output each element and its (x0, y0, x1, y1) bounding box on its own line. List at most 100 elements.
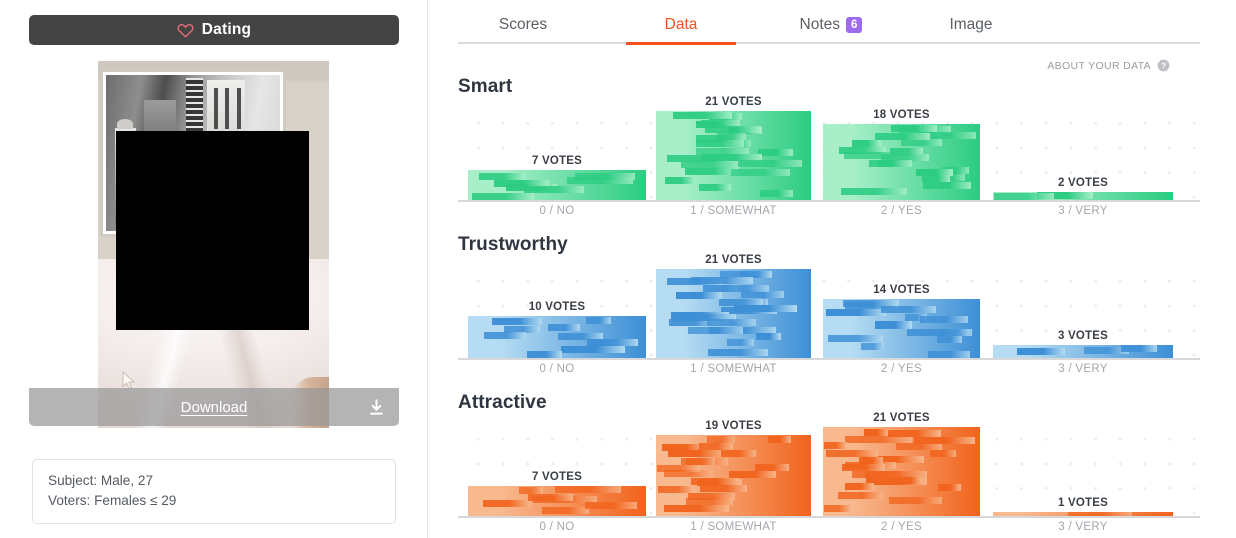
notes-count-badge: 6 (846, 17, 863, 33)
chart-title: Smart (458, 76, 513, 97)
vote-bar[interactable] (656, 435, 811, 516)
right-panel: Scores Data Notes 6 Image ABOUT YOUR DAT… (428, 0, 1236, 538)
chart-smart: Smart 7 VOTES 21 VOTES 18 VOTES 2 VOTES 0 / N… (458, 76, 1200, 225)
vote-segment (542, 507, 589, 514)
bar-group[interactable]: 21 VOTES (656, 96, 811, 200)
bar-group[interactable]: 14 VOTES (823, 259, 980, 358)
bar-group[interactable]: 10 VOTES (468, 259, 646, 358)
vote-segment (479, 173, 525, 180)
face-redaction-box (116, 131, 309, 330)
vote-segment (845, 436, 912, 443)
category-label: 0 / NO (539, 363, 575, 375)
vote-count-label: 21 VOTES (873, 412, 930, 424)
vote-segment (673, 112, 732, 119)
vote-segment (888, 430, 941, 437)
vote-segment (741, 291, 784, 298)
bar-group[interactable]: 18 VOTES (823, 101, 980, 200)
vote-bar[interactable] (823, 299, 980, 358)
subject-photo[interactable] (98, 61, 329, 428)
vote-bar[interactable] (656, 111, 811, 200)
bar-group[interactable]: 3 VOTES (993, 259, 1173, 358)
vote-segment (756, 333, 781, 340)
plot-area: 7 VOTES 21 VOTES 18 VOTES 2 VOTES (458, 96, 1200, 202)
vote-segment (891, 125, 937, 132)
vote-bar[interactable] (823, 124, 980, 200)
tab-data[interactable]: Data (616, 10, 746, 45)
vote-bar[interactable] (823, 427, 980, 516)
tab-notes[interactable]: Notes 6 (766, 10, 896, 43)
category-label: 1 / SOMEWHAT (690, 205, 777, 217)
left-panel: Dating Download Subject: Male, 27 Voters… (0, 0, 428, 538)
vote-segment (484, 332, 526, 339)
tab-image[interactable]: Image (906, 10, 1036, 43)
vote-segment (734, 305, 797, 312)
voters-detail: Voters: Females ≤ 29 (48, 493, 177, 508)
tab-scores[interactable]: Scores (458, 10, 588, 43)
vote-segment (824, 442, 847, 449)
vote-segment (587, 339, 638, 346)
bar-group[interactable]: 7 VOTES (468, 417, 646, 516)
vote-segment (896, 443, 942, 450)
vote-segment (708, 349, 768, 356)
vote-segment (561, 346, 625, 353)
category-label: 2 / YES (881, 521, 922, 533)
bar-group[interactable]: 2 VOTES (993, 101, 1173, 200)
vote-segment (548, 324, 580, 331)
vote-segment (760, 190, 793, 197)
vote-segment (575, 173, 635, 180)
vote-bar[interactable] (656, 269, 811, 358)
help-circle-icon[interactable]: ? (1157, 59, 1170, 72)
vote-segment (681, 161, 740, 168)
about-your-data[interactable]: ABOUT YOUR DATA ? (1047, 59, 1170, 72)
vote-bar[interactable] (993, 192, 1173, 200)
category-label: 2 / YES (881, 363, 922, 375)
bar-group[interactable]: 21 VOTES (656, 254, 811, 358)
vote-bar[interactable] (468, 170, 646, 200)
vote-bar[interactable] (993, 512, 1173, 516)
vote-count-label: 21 VOTES (705, 254, 762, 266)
vote-segment (914, 437, 975, 444)
vote-bar[interactable] (993, 345, 1173, 358)
download-button[interactable]: Download (29, 388, 399, 426)
vote-segment (994, 193, 1054, 200)
vote-segment (664, 505, 729, 512)
vote-segment (845, 483, 874, 490)
bar-group[interactable]: 7 VOTES (468, 101, 646, 200)
bar-group[interactable]: 19 VOTES (656, 417, 811, 516)
vote-segment (729, 471, 776, 478)
vote-segment (717, 133, 746, 140)
vote-segment (875, 133, 930, 140)
vote-segment (898, 477, 922, 484)
vote-segment (920, 316, 968, 323)
bar-group[interactable]: 21 VOTES (823, 412, 980, 516)
category-label: 2 / YES (881, 205, 922, 217)
vote-segment (881, 306, 936, 313)
vote-segment (731, 169, 790, 176)
vote-bar[interactable] (468, 316, 646, 358)
vote-count-label: 18 VOTES (873, 109, 930, 121)
vote-segment (842, 464, 885, 471)
tab-notes-label: Notes (799, 16, 841, 33)
vote-segment (938, 484, 961, 491)
vote-segment (838, 492, 883, 499)
vote-segment (699, 443, 733, 450)
vote-segment (824, 505, 851, 512)
dating-header: Dating (29, 15, 399, 45)
vote-count-label: 7 VOTES (532, 471, 582, 483)
bar-group[interactable]: 1 VOTES (993, 417, 1173, 516)
vote-segment (528, 494, 573, 501)
chart-trustworthy: Trustworthy 10 VOTES 21 VOTES 14 VOTES 3 VOT… (458, 234, 1200, 383)
vote-segment (941, 329, 972, 336)
download-icon[interactable] (367, 398, 386, 417)
vote-segment (859, 457, 883, 464)
vote-count-label: 1 VOTES (1058, 497, 1108, 509)
vote-segment (889, 497, 942, 504)
chart-title: Attractive (458, 392, 547, 413)
vote-segment (707, 436, 735, 443)
chart-title: Trustworthy (458, 234, 568, 255)
vote-segment (700, 485, 747, 492)
plot-area: 7 VOTES 19 VOTES 21 VOTES 1 VOTES (458, 412, 1200, 518)
vote-segment (928, 351, 970, 358)
vote-segment (722, 285, 769, 292)
vote-bar[interactable] (468, 486, 646, 516)
